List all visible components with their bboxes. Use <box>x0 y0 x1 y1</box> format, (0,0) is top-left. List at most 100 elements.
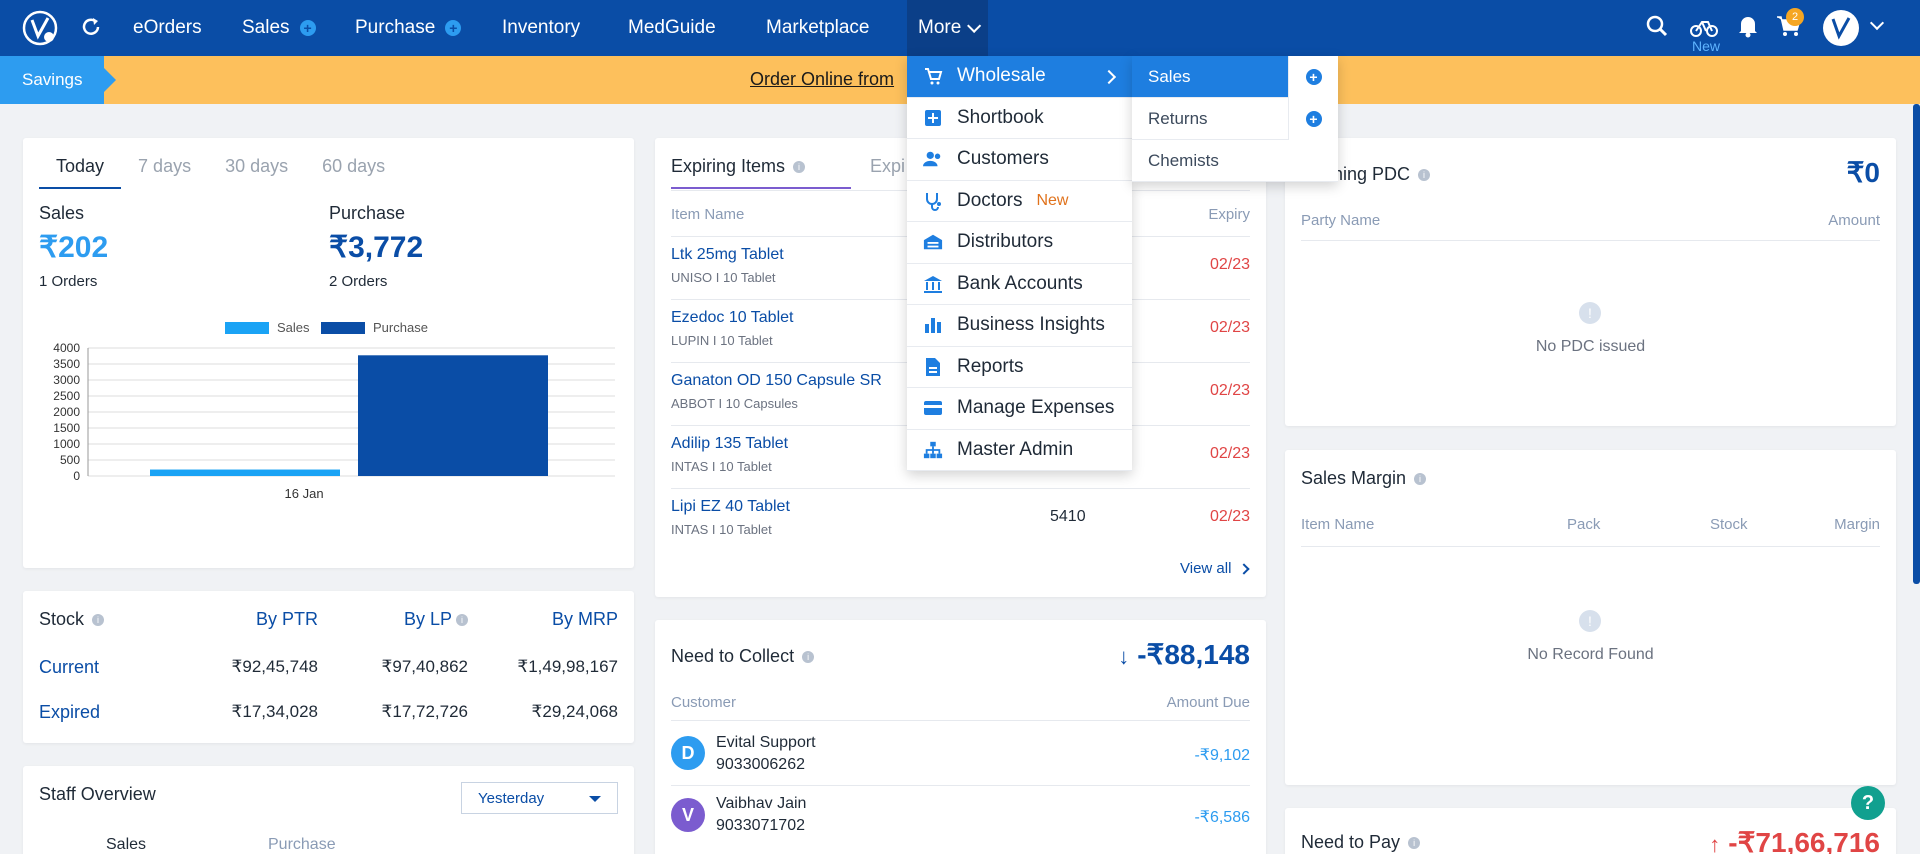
item-meta: INTAS I 10 Tablet <box>671 459 772 474</box>
nav-more[interactable]: More <box>907 0 989 56</box>
wholesale-submenu: Sales + Returns + Chemists <box>1132 56 1338 182</box>
menu-item-customers[interactable]: Customers <box>907 139 1132 181</box>
menu-item-master-admin[interactable]: Master Admin <box>907 430 1132 471</box>
tab-expiring-items[interactable]: Expiring Items i <box>671 156 851 189</box>
submenu-returns-label: Returns <box>1148 108 1208 128</box>
info-icon[interactable]: i <box>456 614 468 627</box>
help-button[interactable]: ? <box>1851 786 1885 820</box>
tab-60-days[interactable]: 60 days <box>305 150 402 189</box>
menu-item-bank-accounts[interactable]: Bank Accounts <box>907 264 1132 305</box>
view-all-link[interactable]: View all <box>1180 560 1250 577</box>
stock-current-label[interactable]: Current <box>39 657 99 678</box>
item-expiry: 02/23 <box>1209 445 1250 462</box>
by-lp-header[interactable]: By LP i <box>378 609 468 630</box>
submenu-sales-label: Sales <box>1148 66 1191 86</box>
nav-medguide[interactable]: MedGuide <box>628 0 716 56</box>
y-tick-label: 500 <box>60 453 80 467</box>
info-icon[interactable]: i <box>802 651 815 664</box>
info-icon[interactable]: i <box>1418 169 1431 182</box>
search-icon[interactable] <box>1645 14 1671 40</box>
menu-item-distributors[interactable]: Distributors <box>907 222 1132 264</box>
arrow-up-icon: ↑ <box>1709 832 1721 854</box>
by-mrp-header[interactable]: By MRP <box>508 609 618 630</box>
doctors-icon <box>923 191 943 211</box>
add-purchase-icon[interactable]: + <box>445 20 462 36</box>
divider <box>671 720 1250 721</box>
customer-phone: 9033006262 <box>716 756 805 773</box>
add-sales-icon[interactable]: + <box>299 20 316 36</box>
info-icon[interactable]: i <box>92 614 105 627</box>
sales-orders: 1 Orders <box>39 273 98 290</box>
arrow-down-icon: ↓ <box>1118 644 1130 669</box>
y-tick-label: 2000 <box>53 405 80 419</box>
shortbook-icon <box>923 108 943 128</box>
info-icon[interactable]: i <box>1414 473 1427 486</box>
info-icon[interactable]: i <box>1408 837 1421 850</box>
sales-label: Sales <box>39 203 85 223</box>
customer-name[interactable]: Evital Support <box>716 734 816 752</box>
purchase-orders: 2 Orders <box>329 273 388 290</box>
y-tick-label: 1000 <box>53 437 80 451</box>
upcoming-pdc-card: coming PDC i ₹0 Party Name Amount ! No PD… <box>1285 138 1896 426</box>
add-wholesale-sales-button[interactable]: + <box>1288 56 1338 98</box>
menu-item-doctors[interactable]: Doctors New <box>907 181 1132 222</box>
user-avatar[interactable] <box>1823 10 1859 46</box>
submenu-chemists[interactable]: Chemists <box>1132 140 1338 182</box>
stock-expired-label[interactable]: Expired <box>39 702 100 723</box>
stock-value: ₹97,40,862 <box>381 657 468 676</box>
menu-item-manage-expenses[interactable]: Manage Expenses <box>907 388 1132 430</box>
nav-marketplace[interactable]: Marketplace <box>766 0 870 56</box>
item-name[interactable]: Ltk 25mg Tablet <box>671 246 784 264</box>
bell-icon[interactable] <box>1737 14 1763 40</box>
period-select[interactable]: Yesterday <box>461 782 618 814</box>
nav-inventory[interactable]: Inventory <box>502 0 580 56</box>
col-item-name: Item Name <box>1301 516 1375 533</box>
add-wholesale-returns-button[interactable]: + <box>1288 98 1338 140</box>
stock-value: ₹1,49,98,167 <box>517 657 618 676</box>
insights-icon <box>923 315 943 335</box>
refresh-icon[interactable] <box>80 16 102 38</box>
divider <box>671 785 1250 786</box>
info-icon[interactable]: i <box>793 161 806 174</box>
menu-item-business-insights[interactable]: Business Insights <box>907 305 1132 347</box>
period-select-value: Yesterday <box>478 790 545 807</box>
divider <box>1301 546 1880 547</box>
submenu-returns[interactable]: Returns + <box>1132 98 1338 140</box>
menu-item-shortbook[interactable]: Shortbook <box>907 98 1132 139</box>
expenses-icon <box>923 398 943 418</box>
stock-title: Stock i <box>39 609 105 630</box>
stock-value: ₹17,72,726 <box>381 702 468 721</box>
app-logo[interactable] <box>22 10 58 46</box>
plus-icon: + <box>1305 111 1322 127</box>
item-meta: INTAS I 10 Tablet <box>671 522 772 537</box>
nav-purchase[interactable]: Purchase + <box>355 0 462 56</box>
tab-expired-items[interactable]: Expi <box>870 156 905 177</box>
item-name[interactable]: Ezedoc 10 Tablet <box>671 309 793 327</box>
customer-name[interactable]: Vaibhav Jain <box>716 795 806 813</box>
scrollbar[interactable] <box>1913 104 1920 584</box>
more-dropdown-menu: Wholesale Shortbook Customers Doctors New Dis… <box>907 56 1132 471</box>
by-ptr-header[interactable]: By PTR <box>218 609 318 630</box>
item-name[interactable]: Lipi EZ 40 Tablet <box>671 498 790 516</box>
delivery-bike-icon[interactable] <box>1690 14 1718 40</box>
tab-today[interactable]: Today <box>39 150 122 189</box>
nav-eorders[interactable]: eOrders <box>133 0 202 56</box>
margin-empty-text: No Record Found <box>1527 646 1654 663</box>
purchase-value: ₹3,772 <box>329 231 424 264</box>
menu-item-reports[interactable]: Reports <box>907 347 1132 388</box>
menu-item-wholesale[interactable]: Wholesale <box>907 56 1132 98</box>
tab-7-days[interactable]: 7 days <box>121 150 208 189</box>
nav-sales-label: Sales <box>242 17 290 38</box>
submenu-sales[interactable]: Sales + <box>1132 56 1338 98</box>
pdc-total: ₹0 <box>1846 157 1880 188</box>
legend-label: Sales <box>277 320 310 335</box>
item-name[interactable]: Ganaton OD 150 Capsule SR <box>671 372 882 390</box>
customer-avatar: D <box>671 736 705 770</box>
banner-link[interactable]: Order Online from <box>750 69 894 90</box>
item-meta: UNISO I 10 Tablet <box>671 270 776 285</box>
col-expiry: Expiry <box>1208 206 1250 223</box>
item-name[interactable]: Adilip 135 Tablet <box>671 435 788 453</box>
menu-item-label: Master Admin <box>957 438 1074 460</box>
tab-30-days[interactable]: 30 days <box>208 150 305 189</box>
nav-sales[interactable]: Sales + <box>242 0 316 56</box>
